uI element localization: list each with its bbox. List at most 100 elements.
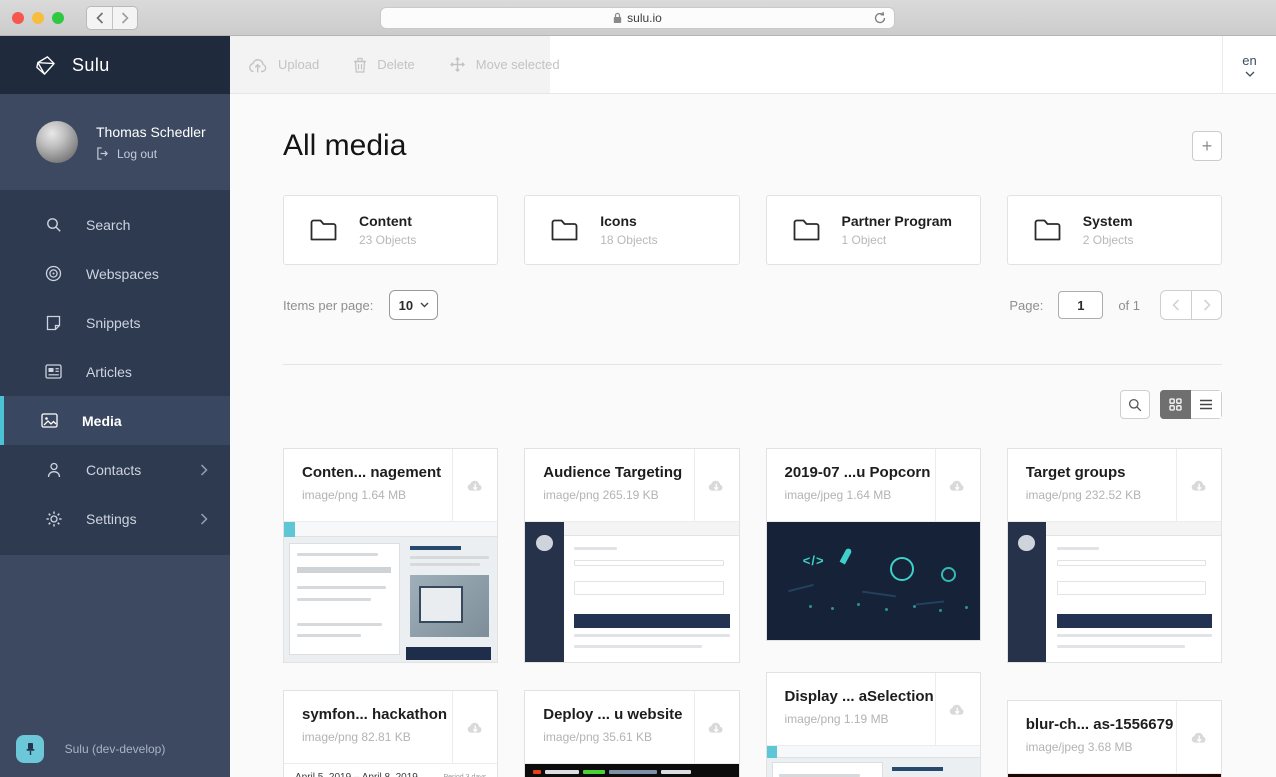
media-card-texts: Conten... nagement image/png 1.64 MB xyxy=(284,449,452,521)
media-card[interactable]: Target groups image/png 232.52 KB xyxy=(1007,448,1222,663)
add-folder-button[interactable]: + xyxy=(1192,131,1222,161)
logout-button[interactable]: Log out xyxy=(96,147,206,161)
media-card[interactable]: 2019-07 ...u Popcorn image/jpeg 1.64 MB … xyxy=(766,448,981,641)
media-card[interactable]: symfon... hackathon image/png 82.81 KB A… xyxy=(283,690,498,777)
zoom-window-button[interactable] xyxy=(52,12,64,24)
media-download-button[interactable] xyxy=(1176,449,1221,521)
upload-cloud-icon xyxy=(248,57,268,73)
media-download-button[interactable] xyxy=(935,673,980,745)
logout-label: Log out xyxy=(117,147,157,161)
media-download-button[interactable] xyxy=(694,691,739,763)
contacts-icon xyxy=(45,462,62,478)
folder-texts: Content 23 Objects xyxy=(359,213,416,247)
folder-card-partner-program[interactable]: Partner Program 1 Object xyxy=(766,195,981,265)
folder-card-icons[interactable]: Icons 18 Objects xyxy=(524,195,739,265)
media-search-button[interactable] xyxy=(1120,390,1150,419)
sidebar-item-search[interactable]: Search xyxy=(0,200,230,249)
media-card-texts: 2019-07 ...u Popcorn image/jpeg 1.64 MB xyxy=(767,449,935,521)
media-thumbnail[interactable] xyxy=(525,521,738,662)
sidebar-item-label: Settings xyxy=(86,511,137,527)
sidebar-item-label: Articles xyxy=(86,364,132,380)
page-number-input[interactable] xyxy=(1058,291,1103,319)
media-card-header: Target groups image/png 232.52 KB xyxy=(1008,449,1221,521)
media-column: Target groups image/png 232.52 KB xyxy=(1007,448,1222,777)
media-download-button[interactable] xyxy=(1176,701,1221,773)
folder-count: 1 Object xyxy=(842,233,952,247)
content-area: All media + Content 23 Objects Icons 18 … xyxy=(230,94,1276,777)
next-page-button[interactable] xyxy=(1191,291,1221,319)
close-window-button[interactable] xyxy=(12,12,24,24)
webspaces-icon xyxy=(45,265,62,282)
media-card-header: Audience Targeting image/png 265.19 KB xyxy=(525,449,738,521)
refresh-button[interactable] xyxy=(873,11,887,25)
sidebar-item-media[interactable]: Media xyxy=(0,396,230,445)
folder-icon xyxy=(793,219,820,241)
browser-nav-buttons xyxy=(86,6,138,30)
items-per-page-value: 10 xyxy=(399,298,413,313)
sidebar-item-articles[interactable]: Articles xyxy=(0,347,230,396)
download-cloud-icon xyxy=(1190,730,1209,744)
toolbar-actions: Upload Delete Move selected xyxy=(230,36,550,93)
media-thumbnail[interactable] xyxy=(284,521,497,662)
minimize-window-button[interactable] xyxy=(32,12,44,24)
sidebar: Sulu Thomas Schedler Log out Search Webs… xyxy=(0,36,230,777)
back-button[interactable] xyxy=(87,7,112,29)
user-avatar xyxy=(36,121,78,163)
media-title: Deploy ... u website xyxy=(543,706,693,723)
folder-name: Partner Program xyxy=(842,213,952,229)
media-title: Conten... nagement xyxy=(302,464,452,481)
pin-icon xyxy=(24,742,37,756)
items-per-page-select[interactable]: 10 xyxy=(389,290,438,320)
move-selected-button[interactable]: Move selected xyxy=(449,56,560,73)
folder-card-content[interactable]: Content 23 Objects xyxy=(283,195,498,265)
sidebar-item-contacts[interactable]: Contacts xyxy=(0,445,230,494)
media-title: blur-ch... as-1556679 xyxy=(1026,716,1176,733)
media-meta: image/png 35.61 KB xyxy=(543,730,693,744)
media-card[interactable]: Audience Targeting image/png 265.19 KB xyxy=(524,448,739,663)
media-thumbnail[interactable]: April 5, 2019 – April 8, 2019 Period 3 d… xyxy=(284,763,497,777)
previous-page-button[interactable] xyxy=(1161,291,1191,319)
media-card-texts: Audience Targeting image/png 265.19 KB xyxy=(525,449,693,521)
sidebar-logo[interactable]: Sulu xyxy=(0,36,230,94)
media-download-button[interactable] xyxy=(935,449,980,521)
folder-count: 23 Objects xyxy=(359,233,416,247)
upload-label: Upload xyxy=(278,57,319,72)
pin-button[interactable] xyxy=(16,735,44,763)
download-cloud-icon xyxy=(1190,478,1209,492)
sidebar-item-label: Snippets xyxy=(86,315,140,331)
media-card[interactable]: Deploy ... u website image/png 35.61 KB xyxy=(524,690,739,777)
folder-count: 2 Objects xyxy=(1083,233,1134,247)
app-window: Sulu Thomas Schedler Log out Search Webs… xyxy=(0,36,1276,777)
media-card[interactable]: blur-ch... as-1556679 image/jpeg 3.68 MB xyxy=(1007,700,1222,777)
media-download-button[interactable] xyxy=(452,691,497,763)
media-card-header: Conten... nagement image/png 1.64 MB xyxy=(284,449,497,521)
delete-button[interactable]: Delete xyxy=(353,57,415,73)
logout-icon xyxy=(96,147,109,160)
media-thumbnail[interactable] xyxy=(525,763,738,777)
media-download-button[interactable] xyxy=(694,449,739,521)
sidebar-item-webspaces[interactable]: Webspaces xyxy=(0,249,230,298)
media-thumbnail[interactable] xyxy=(1008,773,1221,777)
list-view-button[interactable] xyxy=(1191,390,1222,419)
media-card-header: Display ... aSelection image/png 1.19 MB xyxy=(767,673,980,745)
media-thumbnail[interactable]: </> xyxy=(767,521,980,640)
folder-icon xyxy=(551,219,578,241)
media-thumbnail[interactable] xyxy=(767,745,980,777)
sidebar-item-snippets[interactable]: Snippets xyxy=(0,298,230,347)
media-card[interactable]: Display ... aSelection image/png 1.19 MB xyxy=(766,672,981,777)
grid-view-button[interactable] xyxy=(1160,390,1191,419)
forward-button[interactable] xyxy=(112,7,137,29)
sidebar-item-label: Search xyxy=(86,217,130,233)
grid-view-icon xyxy=(1169,398,1182,411)
folder-card-system[interactable]: System 2 Objects xyxy=(1007,195,1222,265)
upload-button[interactable]: Upload xyxy=(248,57,319,73)
sidebar-item-settings[interactable]: Settings xyxy=(0,494,230,543)
media-card-texts: symfon... hackathon image/png 82.81 KB xyxy=(284,691,452,763)
media-thumbnail[interactable] xyxy=(1008,521,1221,662)
media-download-button[interactable] xyxy=(452,449,497,521)
media-card[interactable]: Conten... nagement image/png 1.64 MB xyxy=(283,448,498,663)
address-bar[interactable]: sulu.io xyxy=(380,7,895,29)
media-meta: image/jpeg 3.68 MB xyxy=(1026,740,1176,754)
language-selector[interactable]: en xyxy=(1222,36,1276,93)
media-title: Target groups xyxy=(1026,464,1176,481)
